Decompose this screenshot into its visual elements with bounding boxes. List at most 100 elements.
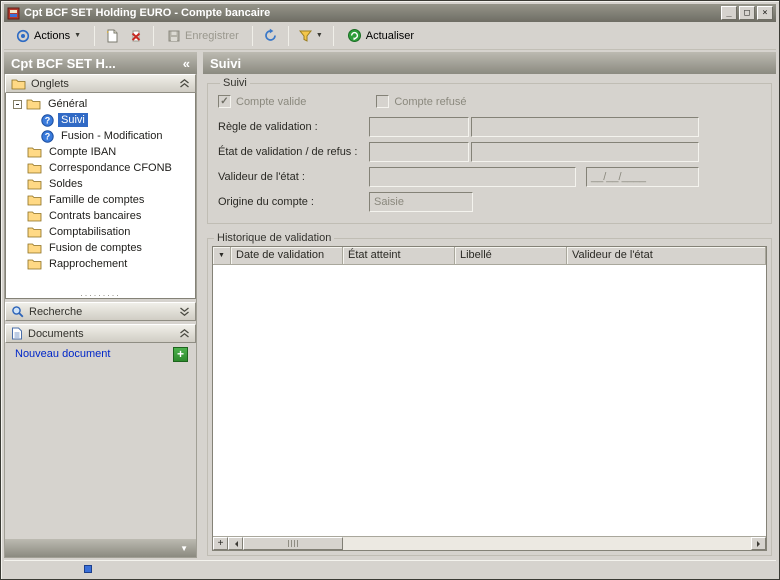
etat-validation-libelle-input[interactable] xyxy=(471,142,699,162)
grid-header-row: ▼ Date de validation État atteint Libell… xyxy=(213,247,766,265)
actions-button[interactable]: Actions ▼ xyxy=(9,26,88,46)
toolbar-separator xyxy=(153,26,154,46)
save-icon xyxy=(167,29,181,43)
grid-horizontal-scrollbar: + xyxy=(213,536,766,550)
section-recherche[interactable]: Recherche xyxy=(5,302,196,321)
document-icon xyxy=(11,327,23,340)
row-selector-icon: ▼ xyxy=(213,247,231,265)
folder-icon xyxy=(27,178,42,190)
tree-item-rapprochement[interactable]: Rapprochement xyxy=(6,256,195,272)
app-icon xyxy=(7,7,20,20)
new-document-button[interactable] xyxy=(101,26,123,46)
compte-refuse-checkbox[interactable]: Compte refusé xyxy=(376,95,466,108)
tree-item-general[interactable]: Général xyxy=(6,96,195,112)
app-window: Cpt BCF SET Holding EURO - Compte bancai… xyxy=(0,0,780,580)
checkbox-checked-icon: ✓ xyxy=(218,95,231,108)
collapse-node-icon[interactable] xyxy=(13,100,22,109)
help-icon: ? xyxy=(41,130,54,143)
scroll-left-arrow[interactable] xyxy=(228,537,243,550)
suivi-group-title: Suivi xyxy=(220,77,250,89)
svg-text:?: ? xyxy=(45,115,51,125)
historique-group: Historique de validation ▼ Date de valid… xyxy=(207,232,772,556)
suivi-group: Suivi ✓ Compte valide Compte refusé Règl… xyxy=(207,77,772,224)
regle-validation-libelle-input[interactable] xyxy=(471,117,699,137)
section-onglets[interactable]: Onglets xyxy=(5,74,196,93)
folder-icon xyxy=(27,242,42,254)
folder-icon xyxy=(27,146,42,158)
search-icon xyxy=(11,305,24,318)
chevron-down-icon: ▼ xyxy=(180,544,188,553)
scrollbar-thumb[interactable] xyxy=(243,537,343,550)
toolbar-separator xyxy=(94,26,95,46)
delete-button[interactable] xyxy=(125,26,147,46)
minimize-button[interactable]: _ xyxy=(721,6,737,20)
actualiser-button[interactable]: Actualiser xyxy=(340,25,421,46)
etat-validation-label: État de validation / de refus : xyxy=(218,146,369,158)
tree-item-suivi[interactable]: ? Suivi xyxy=(6,112,195,128)
chevron-double-up-icon xyxy=(179,329,190,338)
status-bar xyxy=(4,560,776,576)
add-document-button[interactable]: + xyxy=(173,347,188,362)
documents-panel: Nouveau document + xyxy=(5,343,196,365)
regle-validation-code-input[interactable] xyxy=(369,117,469,137)
scrollbar-track[interactable] xyxy=(243,537,751,550)
filter-button[interactable]: ▼ xyxy=(295,27,327,45)
etat-validation-code-input[interactable] xyxy=(369,142,469,162)
tree-item-fusion-de-comptes[interactable]: Fusion de comptes xyxy=(6,240,195,256)
folder-icon xyxy=(27,194,42,206)
valideur-etat-input[interactable] xyxy=(369,167,576,187)
titlebar[interactable]: Cpt BCF SET Holding EURO - Compte bancai… xyxy=(4,4,776,22)
section-documents[interactable]: Documents xyxy=(5,324,196,343)
collapse-sidebar-button[interactable]: « xyxy=(183,56,190,71)
tree-item-correspondance-cfonb[interactable]: Correspondance CFONB xyxy=(6,160,195,176)
toolbar-separator xyxy=(252,26,253,46)
column-header-etat-atteint[interactable]: État atteint xyxy=(343,247,455,265)
delete-icon xyxy=(129,29,143,43)
historique-group-title: Historique de validation xyxy=(214,232,334,244)
origine-compte-input[interactable]: Saisie xyxy=(369,192,473,212)
sidebar: Cpt BCF SET H... « Onglets xyxy=(4,52,197,558)
onglets-tree: Général ? Suivi ? Fusion - Modification xyxy=(5,93,196,299)
tree-item-soldes[interactable]: Soldes xyxy=(6,176,195,192)
tree-item-contrats-bancaires[interactable]: Contrats bancaires xyxy=(6,208,195,224)
scroll-right-arrow[interactable] xyxy=(751,537,766,550)
toolbar-separator xyxy=(333,26,334,46)
maximize-button[interactable]: □ xyxy=(739,6,755,20)
window-title: Cpt BCF SET Holding EURO - Compte bancai… xyxy=(24,7,717,19)
origine-compte-label: Origine du compte : xyxy=(218,196,369,208)
actions-icon xyxy=(16,29,30,43)
chevron-double-down-icon xyxy=(179,307,190,316)
save-button[interactable]: Enregistrer xyxy=(160,26,246,46)
valideur-etat-label: Valideur de l'état : xyxy=(218,171,369,183)
grid-add-row-button[interactable]: + xyxy=(213,537,228,550)
status-icon xyxy=(84,565,92,573)
main-panel: Suivi Suivi ✓ Compte valide Compte refus… xyxy=(203,52,776,558)
sidebar-splitter-handle[interactable]: ......... xyxy=(6,289,195,297)
historique-grid: ▼ Date de validation État atteint Libell… xyxy=(212,246,767,551)
close-button[interactable]: × xyxy=(757,6,773,20)
tree-item-compte-iban[interactable]: Compte IBAN xyxy=(6,144,195,160)
sidebar-header: Cpt BCF SET H... « xyxy=(4,52,197,74)
folder-icon xyxy=(27,210,42,222)
column-header-libelle[interactable]: Libellé xyxy=(455,247,567,265)
toolbar-separator xyxy=(288,26,289,46)
tree-item-comptabilisation[interactable]: Comptabilisation xyxy=(6,224,195,240)
chevron-double-up-icon xyxy=(179,79,190,88)
sidebar-footer-bar[interactable]: ▼ xyxy=(5,539,196,557)
folder-icon xyxy=(11,78,26,90)
refresh-view-button[interactable] xyxy=(259,25,282,46)
tree-item-fusion-modification[interactable]: ? Fusion - Modification xyxy=(6,128,195,144)
help-icon: ? xyxy=(41,114,54,127)
compte-valide-checkbox[interactable]: ✓ Compte valide xyxy=(218,95,306,108)
nouveau-document-link[interactable]: Nouveau document xyxy=(15,348,110,360)
grid-body-empty xyxy=(213,265,766,536)
folder-icon xyxy=(27,162,42,174)
scrollbar-grip-icon xyxy=(288,540,299,547)
column-header-date-validation[interactable]: Date de validation xyxy=(231,247,343,265)
sidebar-title: Cpt BCF SET H... xyxy=(11,56,116,71)
tree-item-famille-de-comptes[interactable]: Famille de comptes xyxy=(6,192,195,208)
regle-validation-label: Règle de validation : xyxy=(218,121,369,133)
column-header-valideur-etat[interactable]: Valideur de l'état xyxy=(567,247,766,265)
date-validation-input[interactable]: __/__/____ xyxy=(586,167,699,187)
folder-icon xyxy=(26,98,41,110)
